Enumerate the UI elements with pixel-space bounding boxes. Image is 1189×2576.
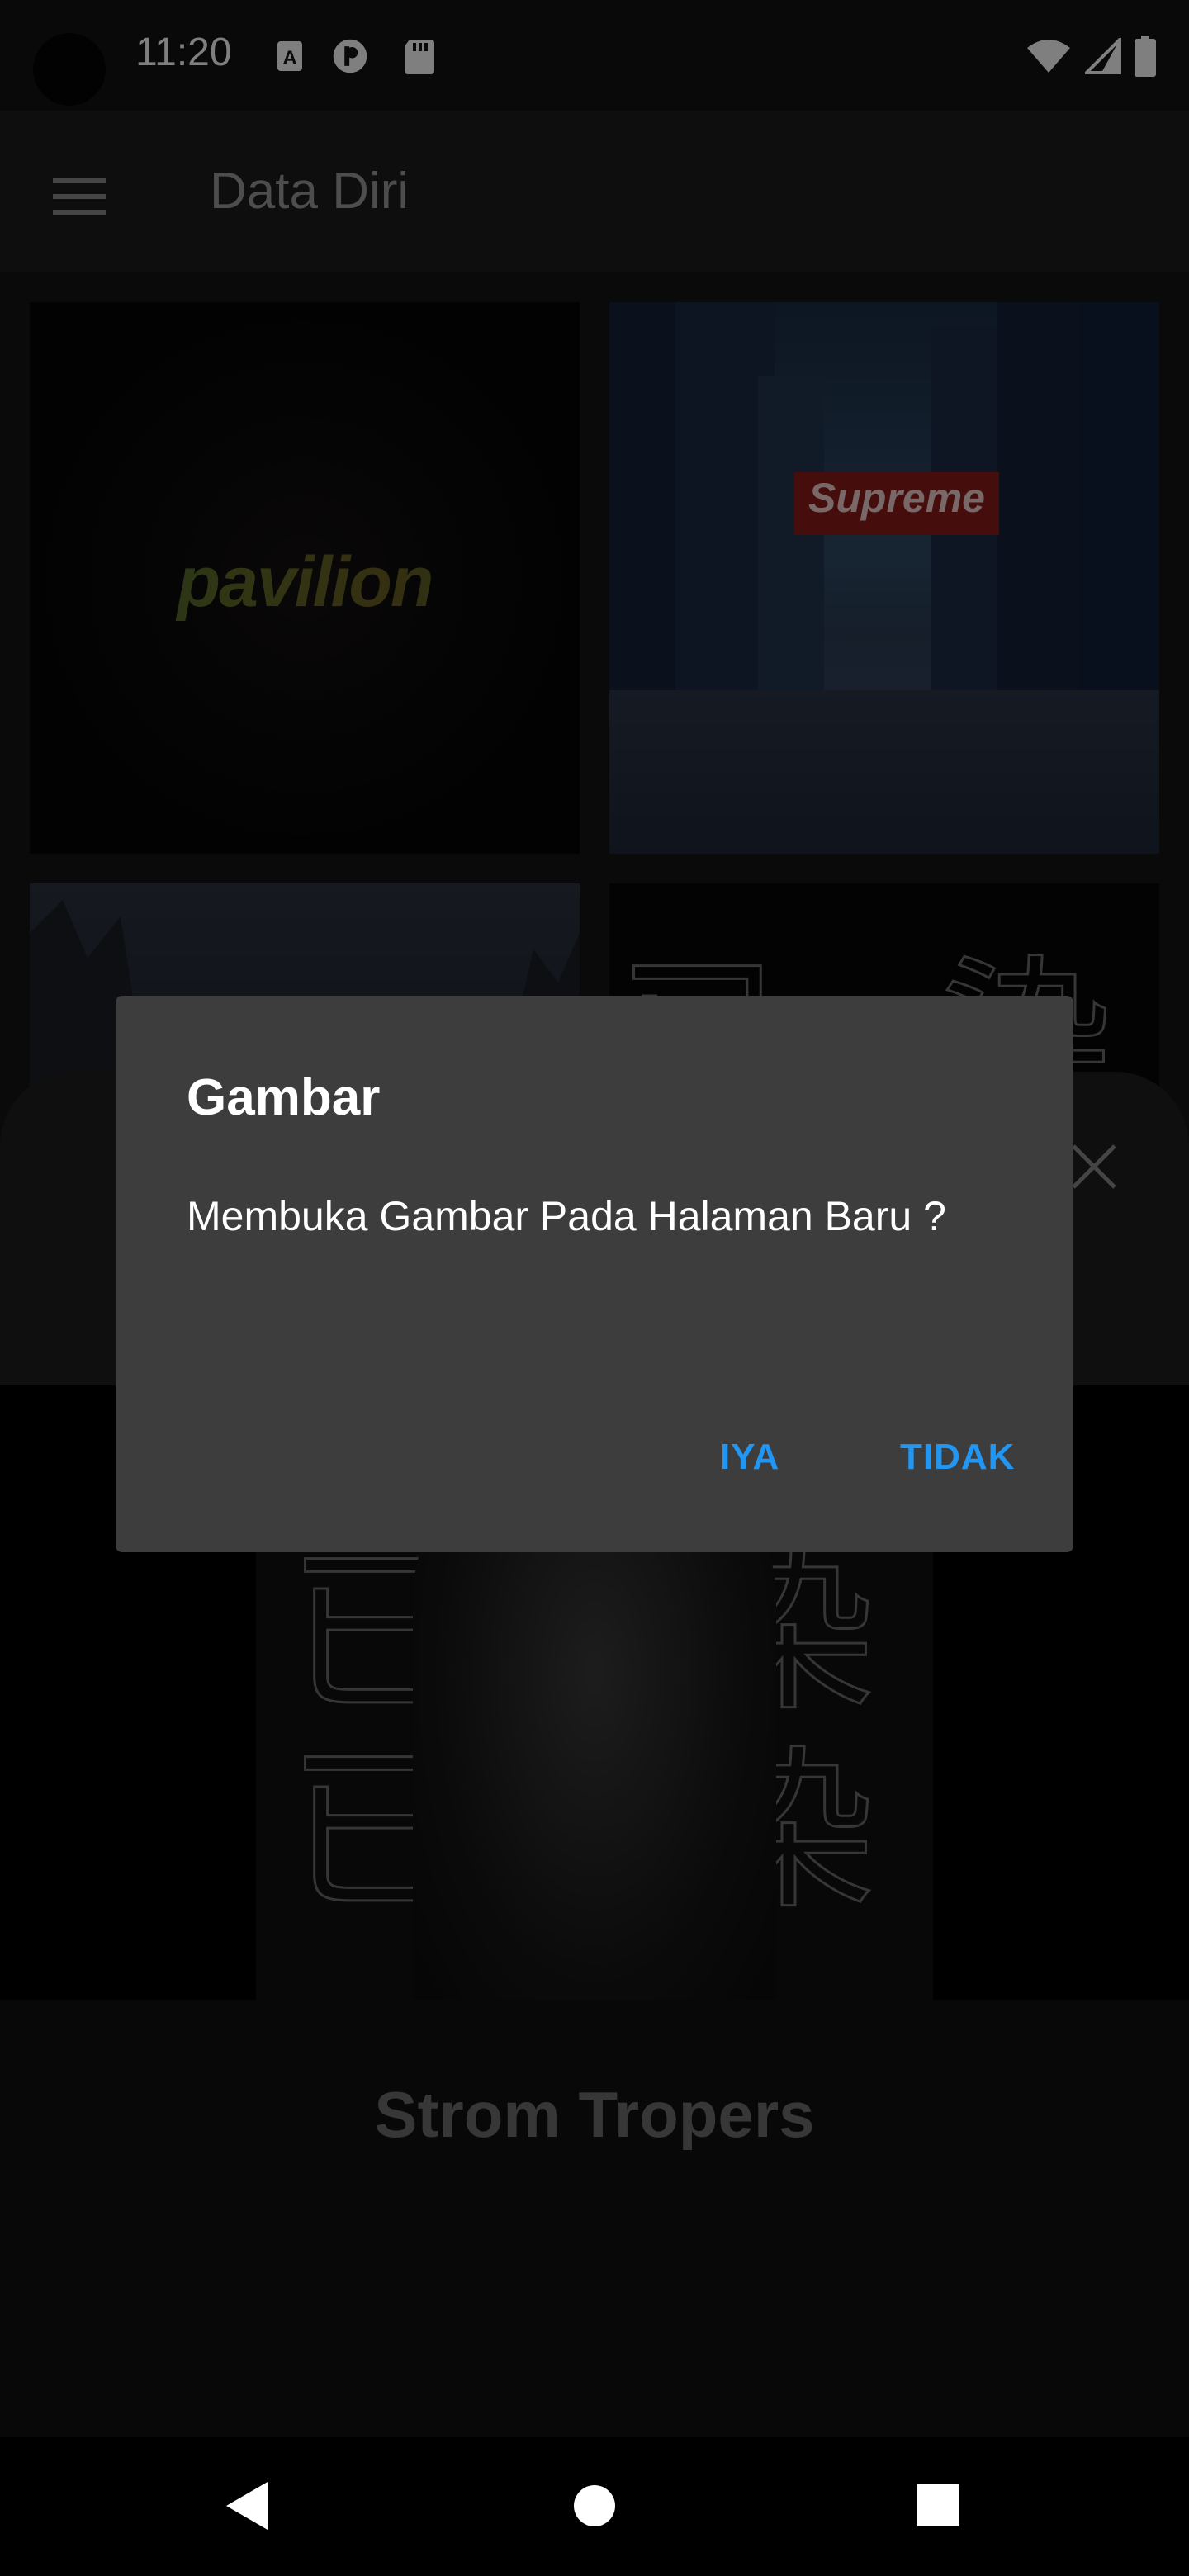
home-circle-icon[interactable] xyxy=(573,2479,616,2533)
yes-button[interactable]: IYA xyxy=(720,1437,779,1478)
recents-square-icon[interactable] xyxy=(915,2479,961,2533)
back-triangle-icon[interactable] xyxy=(223,2479,272,2533)
dialog-title: Gambar xyxy=(187,1069,381,1126)
no-button[interactable]: TIDAK xyxy=(900,1437,1015,1478)
dialog-message: Membuka Gambar Pada Halaman Baru ? xyxy=(187,1193,946,1239)
